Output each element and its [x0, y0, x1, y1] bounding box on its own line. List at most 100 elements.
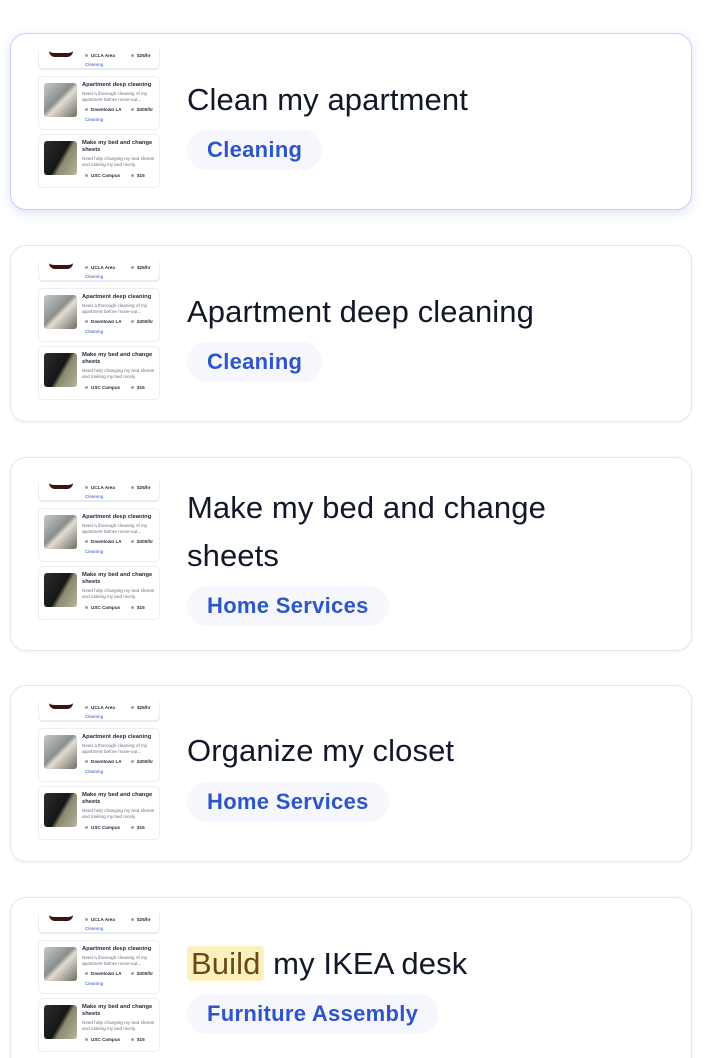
mini-title: Make my bed and change sheets	[82, 352, 153, 365]
mini-tag: Cleaning	[85, 926, 104, 931]
mini-card: Apartment deep cleaning Need a thorough …	[38, 940, 160, 994]
mini-price: $300/hr	[137, 759, 154, 764]
mini-price: $300/hr	[137, 539, 154, 544]
bedroom-photo	[44, 573, 77, 607]
result-card[interactable]: UCLA Area $25/hr Cleaning Apartment deep…	[10, 685, 692, 862]
result-thumbnail: UCLA Area $25/hr Cleaning Apartment deep…	[38, 702, 162, 850]
mini-tag: Cleaning	[85, 62, 104, 67]
mini-price: $15	[137, 825, 145, 830]
result-card[interactable]: UCLA Area $25/hr Cleaning Apartment deep…	[10, 897, 692, 1058]
mini-title: Apartment deep cleaning	[82, 82, 152, 88]
result-card[interactable]: UCLA Area $25/hr Cleaning Apartment deep…	[10, 457, 692, 651]
result-title: Apartment deep cleaning	[187, 294, 534, 329]
result-title: Clean my apartment	[187, 82, 468, 117]
mini-location: USC Campus	[91, 385, 121, 390]
mini-location: USC Campus	[91, 1037, 121, 1042]
search-highlight: Build	[187, 946, 265, 981]
mini-card: Apartment deep cleaning Need a thorough …	[38, 728, 160, 782]
mini-title: Make my bed and change sheets	[82, 572, 153, 585]
result-thumbnail: UCLA Area $25/hr Cleaning Apartment deep…	[38, 262, 162, 410]
result-title: Build my IKEA desk	[187, 940, 661, 988]
mini-price: $25/hr	[137, 705, 151, 710]
mini-card: UCLA Area $25/hr Cleaning	[38, 482, 160, 501]
mini-description: Need a thorough cleaning of my apartment…	[82, 91, 148, 102]
cleaning-photo	[44, 735, 77, 769]
mini-card: Make my bed and change sheets Need help …	[38, 134, 160, 188]
mini-location: UCLA Area	[91, 485, 115, 490]
mini-price: $15	[137, 1037, 145, 1042]
mini-price: $25/hr	[137, 53, 151, 58]
mini-description: Need a thorough cleaning of my apartment…	[82, 303, 148, 314]
mini-description: Need help changing my bed sheets and mak…	[82, 156, 155, 167]
mini-location: USC Campus	[91, 825, 121, 830]
mini-card: UCLA Area $25/hr Cleaning	[38, 50, 160, 69]
mini-price: $300/hr	[137, 319, 154, 324]
mini-card: Make my bed and change sheets Need help …	[38, 346, 160, 400]
mini-location: UCLA Area	[91, 265, 115, 270]
bowl-image	[49, 263, 73, 269]
mini-price: $25/hr	[137, 917, 151, 922]
mini-title: Apartment deep cleaning	[82, 514, 152, 520]
cleaning-photo	[44, 515, 77, 549]
mini-card: Apartment deep cleaning Need a thorough …	[38, 288, 160, 342]
result-card[interactable]: UCLA Area $25/hr Cleaning Apartment deep…	[10, 33, 692, 210]
result-thumbnail: UCLA Area $25/hr Cleaning Apartment deep…	[38, 914, 162, 1058]
mini-description: Need a thorough cleaning of my apartment…	[82, 955, 148, 966]
mini-location: Downtown LA	[91, 319, 122, 324]
result-title: Make my bed and change sheets	[187, 490, 546, 573]
mini-tag: Cleaning	[85, 117, 104, 122]
bedroom-photo	[44, 141, 77, 175]
mini-card: Make my bed and change sheets Need help …	[38, 786, 160, 840]
mini-tag: Cleaning	[85, 494, 104, 499]
mini-price: $15	[137, 173, 145, 178]
result-thumbnail: UCLA Area $25/hr Cleaning Apartment deep…	[38, 50, 162, 198]
mini-price: $15	[137, 385, 145, 390]
mini-description: Need a thorough cleaning of my apartment…	[82, 743, 148, 754]
mini-title: Make my bed and change sheets	[82, 140, 153, 153]
mini-location: UCLA Area	[91, 917, 115, 922]
mini-tag: Cleaning	[85, 981, 104, 986]
mini-card: Make my bed and change sheets Need help …	[38, 998, 160, 1052]
result-title: Organize my closet	[187, 733, 455, 768]
mini-price: $300/hr	[137, 107, 154, 112]
mini-card: Apartment deep cleaning Need a thorough …	[38, 508, 160, 562]
mini-description: Need a thorough cleaning of my apartment…	[82, 523, 148, 534]
cleaning-photo	[44, 295, 77, 329]
bedroom-photo	[44, 1005, 77, 1039]
cleaning-photo	[44, 947, 77, 981]
mini-location: Downtown LA	[91, 971, 122, 976]
mini-location: Downtown LA	[91, 539, 122, 544]
mini-tag: Cleaning	[85, 329, 104, 334]
mini-tag: Cleaning	[85, 274, 104, 279]
result-title-rest: my IKEA desk	[264, 946, 468, 981]
mini-tag: Cleaning	[85, 549, 104, 554]
category-badge: Home Services	[187, 782, 389, 822]
category-badge: Home Services	[187, 586, 389, 626]
mini-price: $25/hr	[137, 265, 151, 270]
mini-location: USC Campus	[91, 173, 121, 178]
bedroom-photo	[44, 793, 77, 827]
mini-title: Make my bed and change sheets	[82, 1004, 153, 1017]
result-card[interactable]: UCLA Area $25/hr Cleaning Apartment deep…	[10, 245, 692, 422]
bowl-image	[49, 703, 73, 709]
bowl-image	[49, 51, 73, 57]
mini-tag: Cleaning	[85, 714, 104, 719]
mini-price: $15	[137, 605, 145, 610]
cleaning-photo	[44, 83, 77, 117]
mini-title: Make my bed and change sheets	[82, 792, 153, 805]
mini-card: Apartment deep cleaning Need a thorough …	[38, 76, 160, 130]
mini-price: $300/hr	[137, 971, 154, 976]
mini-description: Need help changing my bed sheets and mak…	[82, 1020, 155, 1031]
mini-title: Apartment deep cleaning	[82, 294, 152, 300]
mini-card: Make my bed and change sheets Need help …	[38, 566, 160, 620]
mini-description: Need help changing my bed sheets and mak…	[82, 368, 155, 379]
mini-title: Apartment deep cleaning	[82, 946, 152, 952]
mini-description: Need help changing my bed sheets and mak…	[82, 588, 155, 599]
mini-card: UCLA Area $25/hr Cleaning	[38, 262, 160, 281]
mini-location: Downtown LA	[91, 107, 122, 112]
mini-price: $25/hr	[137, 485, 151, 490]
bowl-image	[49, 483, 73, 489]
search-results-list: UCLA Area $25/hr Cleaning Apartment deep…	[0, 0, 718, 1058]
result-thumbnail: UCLA Area $25/hr Cleaning Apartment deep…	[38, 482, 162, 630]
category-badge: Cleaning	[187, 130, 323, 170]
